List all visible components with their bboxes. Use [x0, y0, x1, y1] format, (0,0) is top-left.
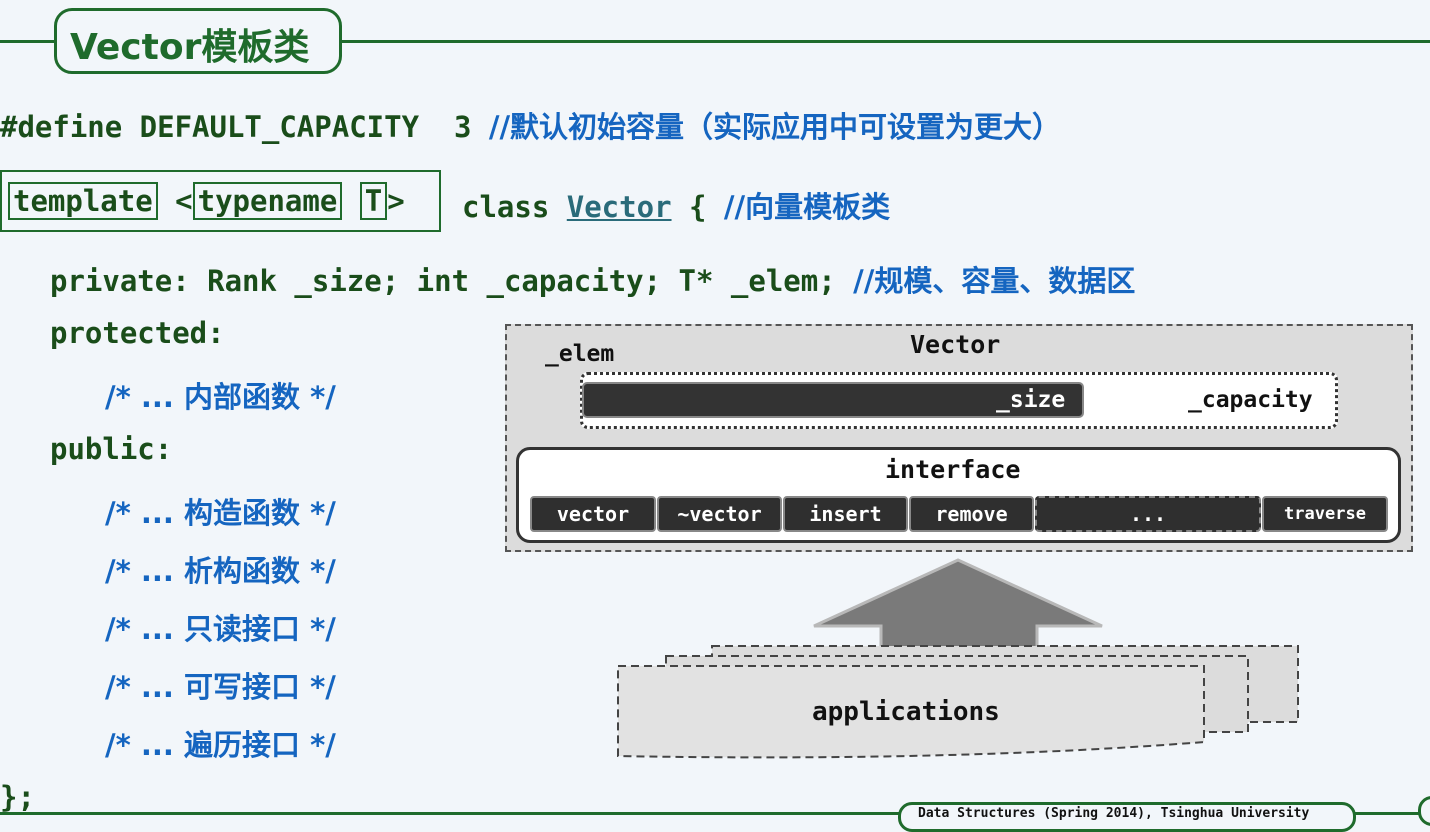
public-item: /* ... 只读接口 */	[105, 612, 336, 646]
public-item: /* ... 析构函数 */	[105, 554, 336, 588]
page-corner	[1418, 796, 1430, 826]
private-comment: //规模、容量、数据区	[853, 264, 1136, 298]
public-keyword: public:	[50, 432, 173, 466]
typename-keyword: typename	[192, 182, 343, 220]
protected-keyword: protected:	[50, 316, 225, 350]
footer-text: Data Structures (Spring 2014), Tsinghua …	[918, 806, 1310, 821]
template-lt: <	[175, 184, 193, 218]
template-gt: >	[387, 184, 405, 218]
class-decl: class Vector { //向量模板类	[462, 184, 890, 226]
template-keyword: template	[8, 182, 158, 220]
diagram-title: Vector	[910, 330, 1001, 359]
class-comment: //向量模板类	[723, 190, 891, 224]
template-line: template < typename T >	[8, 182, 405, 220]
up-arrow-icon	[813, 558, 1103, 658]
slide-title: Vector模板类	[70, 27, 310, 68]
private-line: private: Rank _size; int _capacity; T* _…	[50, 258, 1135, 300]
class-keyword: class	[462, 190, 567, 224]
method-insert: insert	[783, 496, 908, 532]
protected-item: /* ... 内部函数 */	[105, 380, 336, 414]
class-name: Vector	[566, 190, 672, 224]
public-item: /* ... 可写接口 */	[105, 670, 336, 704]
private-code: private: Rank _size; int _capacity; T* _…	[50, 264, 854, 298]
elem-label: _elem	[545, 341, 615, 367]
capacity-label: _capacity	[1188, 387, 1313, 413]
applications-label: applications	[812, 697, 1000, 727]
public-item: /* ... 构造函数 */	[105, 496, 336, 530]
method-remove: remove	[909, 496, 1034, 532]
closing-brace: };	[0, 780, 35, 814]
method-destructor: ~vector	[657, 496, 782, 532]
method-ellipsis: ...	[1035, 496, 1261, 532]
define-code: #define DEFAULT_CAPACITY 3	[0, 110, 489, 144]
method-traverse: traverse	[1262, 496, 1388, 532]
interface-label: interface	[885, 455, 1021, 484]
define-comment: //默认初始容量（实际应用中可设置为更大）	[488, 110, 1062, 144]
public-item: /* ... 遍历接口 */	[105, 728, 336, 762]
size-label: _size	[996, 387, 1066, 413]
template-param: T	[359, 182, 388, 220]
applications-graphic	[617, 558, 1299, 759]
define-line: #define DEFAULT_CAPACITY 3 //默认初始容量（实际应用…	[0, 104, 1061, 146]
method-vector: vector	[530, 496, 656, 532]
class-brace: {	[671, 190, 724, 224]
